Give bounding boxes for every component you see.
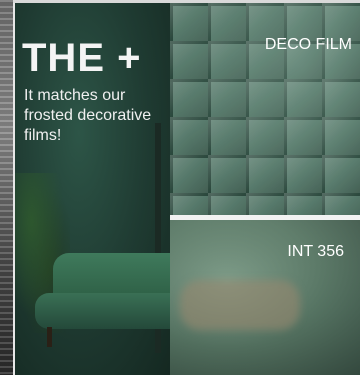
promo-subtext: It matches our frosted decorative films! [24, 87, 152, 144]
int-film-label: INT 356 [287, 243, 344, 260]
deco-film-label: DECO FILM [264, 36, 352, 53]
promo-slide: THE + It matches our frosted decorative … [0, 0, 360, 375]
previous-slide-edge[interactable] [0, 0, 13, 375]
promo-headline: THE + [22, 36, 142, 80]
